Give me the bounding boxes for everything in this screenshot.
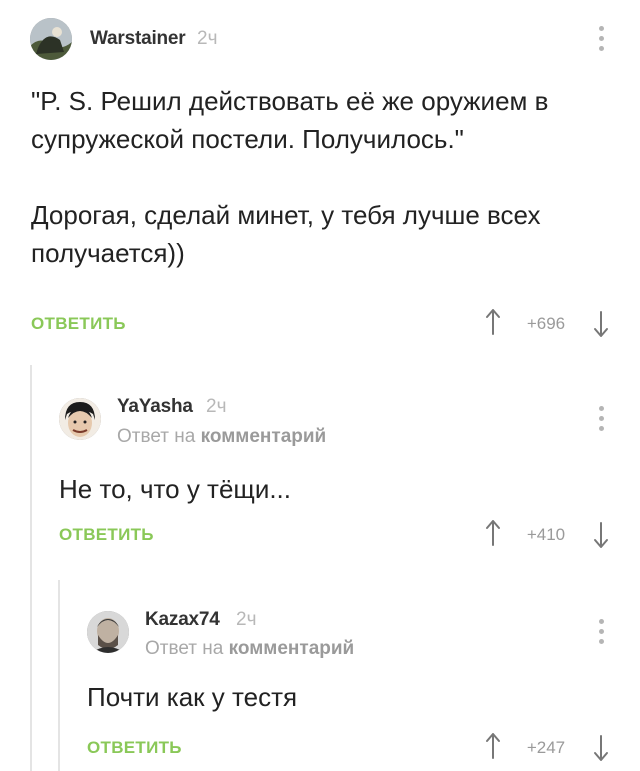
comment-author[interactable]: Kazax74 [145,609,220,631]
arrow-up-icon[interactable] [485,732,501,760]
more-vertical-icon[interactable] [598,619,604,647]
more-vertical-icon[interactable] [598,406,604,434]
arrow-down-icon[interactable] [593,521,609,549]
comment-time: 2ч [206,396,227,417]
comment-author[interactable]: YaYasha [117,396,193,418]
reply-to-target: комментарий [200,426,327,447]
avatar[interactable] [59,398,101,440]
comment-text: Не то, что у тёщи... [59,474,292,504]
vote-score: +410 [526,525,566,544]
avatar[interactable] [87,611,129,653]
comment-time: 2ч [236,609,257,630]
reply-to-target: комментарий [228,638,355,659]
avatar-image-icon [59,398,101,440]
reply-to-link[interactable]: Ответ на комментарий [117,426,326,448]
arrow-up-icon[interactable] [485,308,501,336]
avatar-image-icon [30,18,72,60]
comment-text: Почти как у тестя [87,682,298,712]
more-vertical-icon[interactable] [598,26,604,54]
arrow-up-icon[interactable] [485,519,501,547]
reply-to-link[interactable]: Ответ на комментарий [145,638,354,660]
vote-score: +247 [526,738,566,757]
comment-text: "P. S. Решил действовать её же оружием в… [31,86,549,268]
reply-button[interactable]: ОТВЕТИТЬ [59,525,154,545]
comment-warstainer: Warstainer 2ч "P. S. Решил действовать е… [0,0,640,360]
vote-score: +696 [526,314,566,333]
comment-author[interactable]: Warstainer [90,28,186,50]
comment-yayasha: YaYasha 2ч Ответ на комментарий Не то, ч… [0,370,640,575]
reply-button[interactable]: ОТВЕТИТЬ [87,738,182,758]
avatar[interactable] [30,18,72,60]
comment-time: 2ч [197,28,218,49]
comment-kazax74: Kazax74 2ч Ответ на комментарий Почти ка… [0,585,640,771]
arrow-down-icon[interactable] [593,310,609,338]
reply-to-prefix: Ответ на [145,638,224,659]
reply-to-prefix: Ответ на [117,426,196,447]
reply-button[interactable]: ОТВЕТИТЬ [31,314,126,334]
arrow-down-icon[interactable] [593,734,609,762]
avatar-image-icon [87,611,129,653]
